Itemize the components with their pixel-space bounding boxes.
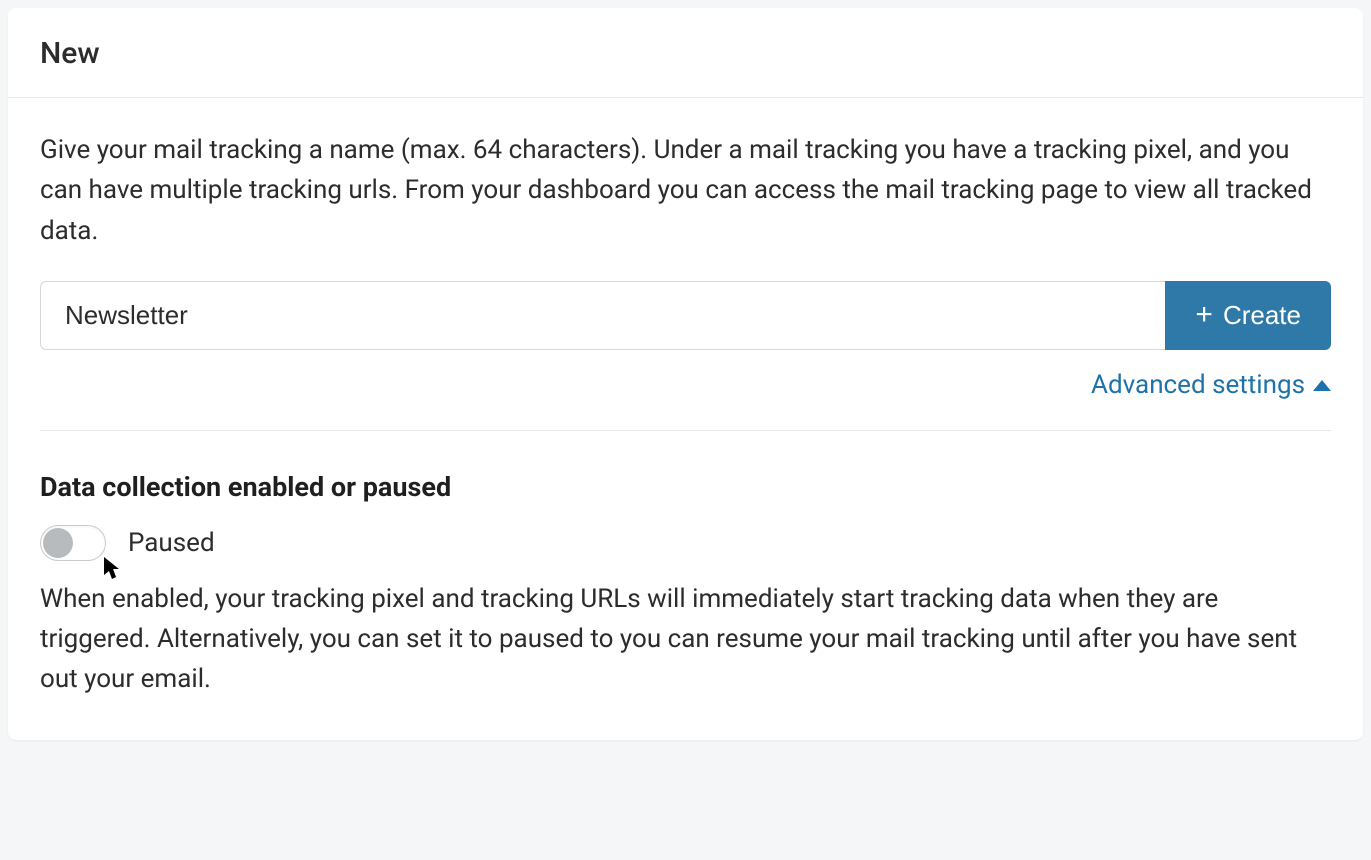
advanced-settings-toggle[interactable]: Advanced settings [1091,370,1331,400]
name-input-group: + Create [40,281,1331,350]
toggle-state-label: Paused [128,528,215,558]
data-collection-heading: Data collection enabled or paused [40,471,1331,503]
section-divider [40,430,1331,431]
data-collection-description: When enabled, your tracking pixel and tr… [40,579,1331,700]
page-title: New [40,36,1331,71]
new-mail-tracking-card: New Give your mail tracking a name (max.… [8,8,1363,740]
advanced-settings-row: Advanced settings [40,370,1331,400]
caret-up-icon [1313,380,1331,391]
create-button[interactable]: + Create [1165,281,1331,350]
tracking-name-input[interactable] [40,281,1165,350]
plus-icon: + [1195,300,1213,330]
description-text: Give your mail tracking a name (max. 64 … [40,130,1331,251]
toggle-row: Paused [40,525,1331,561]
toggle-knob [43,528,73,558]
card-body: Give your mail tracking a name (max. 64 … [8,98,1363,740]
card-header: New [8,8,1363,98]
create-button-label: Create [1223,300,1301,331]
advanced-settings-label: Advanced settings [1091,370,1305,400]
data-collection-toggle[interactable] [40,525,106,561]
